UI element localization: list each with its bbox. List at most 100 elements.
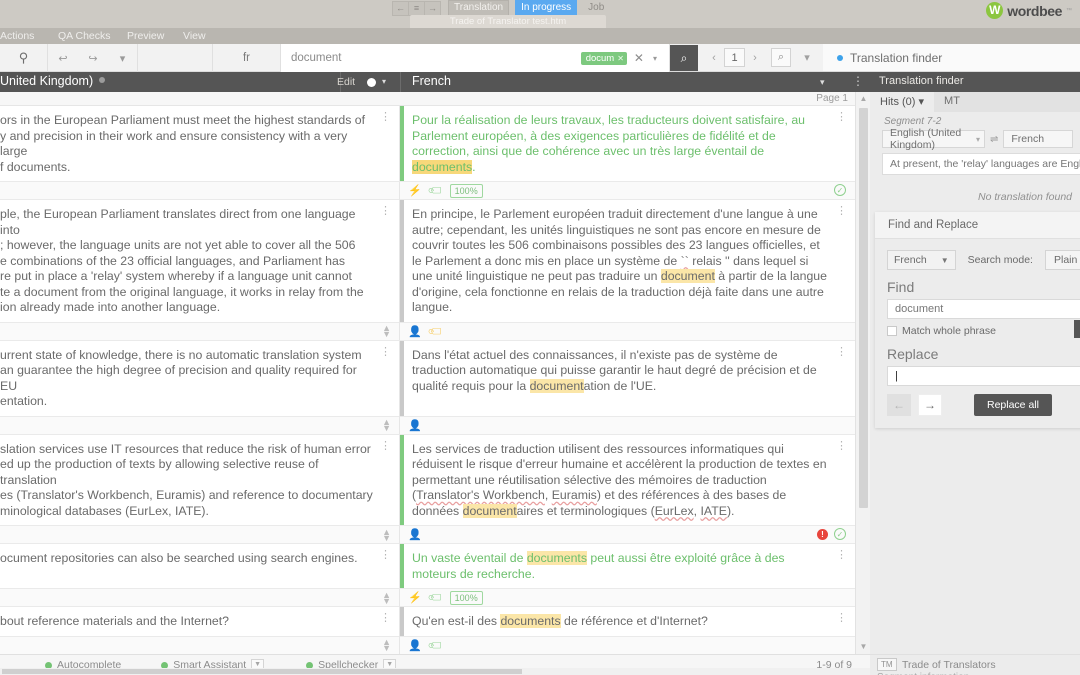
match-whole-phrase-checkbox[interactable] xyxy=(887,326,897,336)
horizontal-scrollbar-thumb[interactable] xyxy=(2,669,522,674)
segment-target-kebab-icon[interactable]: ⋮ xyxy=(836,112,847,123)
replace-input[interactable]: | xyxy=(887,366,1080,386)
chrome-tab-translation[interactable]: Translation xyxy=(448,0,510,16)
back-icon[interactable]: ← xyxy=(392,0,409,16)
menu-preview[interactable]: Preview xyxy=(127,28,164,44)
segment-row[interactable]: ors in the European Parliament must meet… xyxy=(0,106,855,182)
chrome-tab-job[interactable]: Job xyxy=(583,1,609,15)
horizontal-scrollbar[interactable] xyxy=(0,668,870,675)
status-chevron-down-icon[interactable]: ▾ xyxy=(382,77,386,86)
replace-all-button[interactable]: Replace all xyxy=(974,394,1052,416)
wordbee-logo: W wordbee ™ xyxy=(986,2,1072,19)
segment-source-cell[interactable]: bout reference materials and the Interne… xyxy=(0,607,400,636)
redo-button[interactable]: ↪ xyxy=(78,44,108,72)
current-page-number[interactable]: 1 xyxy=(724,48,745,67)
segment-target-cell[interactable]: Pour la réalisation de leurs travaux, le… xyxy=(400,106,855,181)
segment-status-dot-icon[interactable] xyxy=(367,78,376,87)
search-filter-chip[interactable]: docum ✕ xyxy=(580,51,627,65)
forward-icon[interactable]: → xyxy=(424,0,441,16)
clear-search-icon[interactable]: ✕ xyxy=(634,51,644,65)
undo-button[interactable]: ↩ xyxy=(48,44,78,72)
segment-source-cell[interactable]: urrent state of knowledge, there is no a… xyxy=(0,340,400,416)
resize-handle-icon[interactable]: ▲ ▼ xyxy=(382,418,391,433)
finder-source-text[interactable]: At present, the 'relay' languages are En… xyxy=(882,153,1080,175)
toolbar-more-button[interactable]: ▾ xyxy=(108,44,138,72)
segment-meta-row: ▲ ▼ 👤! ✓ xyxy=(0,525,855,544)
segment-target-kebab-icon[interactable]: ⋮ xyxy=(836,346,847,357)
tag-icon[interactable]: 🏷 xyxy=(426,588,445,607)
segment-source-cell[interactable]: ple, the European Parliament translates … xyxy=(0,200,400,322)
find-previous-button[interactable]: ← xyxy=(887,394,911,416)
document-tab[interactable]: Trade of Translator test.htm xyxy=(410,15,606,28)
replace-label: Replace xyxy=(887,346,939,362)
find-language-select[interactable]: French ▼ xyxy=(887,250,956,270)
resize-handle-icon[interactable]: ▲ ▼ xyxy=(382,590,391,605)
grid-scrollbar[interactable]: ▲ ▼ xyxy=(855,92,870,654)
resize-handle-icon[interactable]: ▲ ▼ xyxy=(382,324,391,339)
find-next-button[interactable]: → xyxy=(918,394,942,416)
resize-handle-icon[interactable]: ▲ ▼ xyxy=(382,527,391,542)
scroll-up-icon[interactable]: ▲ xyxy=(856,94,871,103)
segment-source-kebab-icon[interactable]: ⋮ xyxy=(380,346,391,357)
tab-hits[interactable]: Hits (0) ▾ xyxy=(870,92,935,112)
target-language-label: French xyxy=(412,74,451,88)
language-code-cell[interactable]: fr xyxy=(213,44,281,72)
segment-source-cell[interactable]: slation services use IT resources that r… xyxy=(0,434,400,525)
segment-row[interactable]: slation services use IT resources that r… xyxy=(0,434,855,526)
approved-icon[interactable]: ✓ xyxy=(834,527,846,540)
segment-target-cell[interactable]: Un vaste éventail de documents peut auss… xyxy=(400,544,855,588)
page-search-icon[interactable]: ⌕ xyxy=(771,48,791,67)
segment-source-kebab-icon[interactable]: ⋮ xyxy=(380,550,391,561)
swap-languages-icon[interactable]: ⇌ xyxy=(990,134,998,145)
segment-target-kebab-icon[interactable]: ⋮ xyxy=(836,550,847,561)
scroll-down-icon[interactable]: ▼ xyxy=(856,642,871,651)
tag-icon[interactable]: 🏷 xyxy=(426,181,445,200)
close-icon[interactable]: ✕ xyxy=(617,54,624,63)
segment-row[interactable]: ple, the European Parliament translates … xyxy=(0,200,855,323)
segment-target-kebab-icon[interactable]: ⋮ xyxy=(836,440,847,451)
tag-icon[interactable]: 🏷 xyxy=(426,635,445,654)
segment-target-kebab-icon[interactable]: ⋮ xyxy=(836,206,847,217)
segment-source-kebab-icon[interactable]: ⋮ xyxy=(380,613,391,624)
tag-icon[interactable]: 🏷 xyxy=(426,321,445,340)
next-page-button[interactable]: › xyxy=(745,48,765,67)
finder-source-language-select[interactable]: English (United Kingdom) ▾ xyxy=(882,127,985,151)
segment-source-kebab-icon[interactable]: ⋮ xyxy=(380,112,391,123)
segment-row[interactable]: urrent state of knowledge, there is no a… xyxy=(0,340,855,417)
menu-qa-checks[interactable]: QA Checks xyxy=(58,28,111,44)
segment-row[interactable]: bout reference materials and the Interne… xyxy=(0,607,855,637)
segment-target-cell[interactable]: En principe, le Parlement européen tradu… xyxy=(400,200,855,322)
grid-scrollbar-thumb[interactable] xyxy=(859,108,868,508)
match-whole-phrase-row[interactable]: Match whole phrase xyxy=(875,319,1080,337)
menu-actions[interactable]: Actions xyxy=(0,28,34,44)
error-icon[interactable]: ! xyxy=(817,528,828,540)
tab-translation-finder[interactable]: Translation finder xyxy=(823,44,1080,71)
finder-target-language-select[interactable]: French xyxy=(1003,130,1074,148)
segment-target-kebab-icon[interactable]: ⋮ xyxy=(836,613,847,624)
menu-icon[interactable]: ≡ xyxy=(408,0,425,16)
approved-icon[interactable]: ✓ xyxy=(834,183,846,196)
find-input[interactable]: document xyxy=(887,299,1080,319)
chrome-tab-in-progress[interactable]: In progress xyxy=(515,0,578,16)
segment-source-cell[interactable]: ocument repositories can also be searche… xyxy=(0,544,400,588)
segment-target-cell[interactable]: Dans l'état actuel des connaissances, il… xyxy=(400,340,855,416)
segment-source-cell[interactable]: ors in the European Parliament must meet… xyxy=(0,106,400,181)
search-button[interactable]: ⌕ xyxy=(670,45,698,71)
segment-row[interactable]: ocument repositories can also be searche… xyxy=(0,544,855,589)
search-mode-select[interactable]: Plain xyxy=(1044,250,1080,270)
search-refresh-button[interactable]: ⚲ xyxy=(0,44,48,72)
segment-source-kebab-icon[interactable]: ⋮ xyxy=(380,440,391,451)
edit-mode-label[interactable]: Edit xyxy=(337,76,355,88)
resize-handle-icon[interactable]: ▲ ▼ xyxy=(382,638,391,653)
tab-mt[interactable]: MT xyxy=(934,92,970,112)
menu-view[interactable]: View xyxy=(183,28,206,44)
segment-target-cell[interactable]: Les services de traduction utilisent des… xyxy=(400,434,855,525)
column-options-kebab-icon[interactable]: ⋮ xyxy=(852,74,864,88)
prev-page-button[interactable]: ‹ xyxy=(704,48,724,67)
pagination-chevron-down-icon[interactable]: ▾ xyxy=(797,48,817,67)
target-chevron-down-icon[interactable]: ▾ xyxy=(820,77,825,88)
segment-source-kebab-icon[interactable]: ⋮ xyxy=(380,206,391,217)
segment-target-cell[interactable]: Qu'en est-il des documents de référence … xyxy=(400,607,855,636)
search-input[interactable]: document docum ✕ ✕ ▾ xyxy=(281,44,670,72)
chevron-down-icon[interactable]: ▾ xyxy=(653,54,657,63)
